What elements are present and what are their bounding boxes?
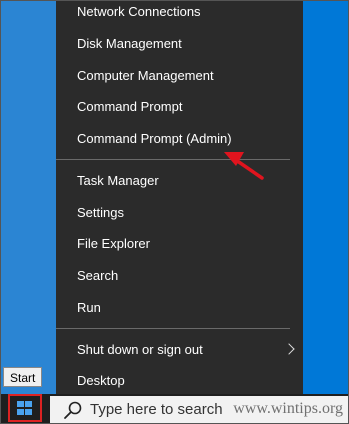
start-tooltip: Start — [3, 367, 43, 387]
menu-item-search[interactable]: Search — [56, 261, 303, 291]
watermark: www.wintips.org — [233, 400, 343, 417]
menu-item-label: Task Manager — [77, 173, 159, 188]
menu-item-label: Command Prompt (Admin) — [77, 131, 232, 146]
menu-item-computer-management[interactable]: Computer Management — [56, 61, 303, 91]
menu-item-desktop[interactable]: Desktop — [56, 366, 303, 396]
menu-item-task-manager[interactable]: Task Manager — [56, 166, 303, 196]
menu-item-command-prompt-admin[interactable]: Command Prompt (Admin) — [56, 124, 303, 154]
menu-item-label: Run — [77, 300, 101, 315]
menu-item-label: Disk Management — [77, 36, 182, 51]
menu-item-settings[interactable]: Settings — [56, 198, 303, 228]
windows-logo-icon — [17, 401, 33, 416]
menu-separator — [56, 328, 290, 329]
menu-item-run[interactable]: Run — [56, 293, 303, 323]
taskbar-search-box[interactable]: Type here to search www.wintips.org — [50, 396, 349, 424]
menu-item-label: Network Connections — [77, 4, 201, 19]
menu-item-label: Settings — [77, 205, 124, 220]
chevron-right-icon — [283, 343, 295, 355]
menu-item-label: Computer Management — [77, 68, 214, 83]
desktop-background — [0, 0, 56, 398]
menu-item-label: Desktop — [77, 373, 125, 388]
menu-separator — [56, 159, 290, 160]
menu-item-label: Shut down or sign out — [77, 342, 203, 357]
menu-item-label: File Explorer — [77, 236, 150, 251]
desktop-background-right — [303, 0, 349, 398]
menu-item-file-explorer[interactable]: File Explorer — [56, 229, 303, 259]
menu-item-label: Command Prompt — [77, 99, 183, 114]
menu-item-disk-management[interactable]: Disk Management — [56, 29, 303, 59]
menu-item-network-connections[interactable]: Network Connections — [56, 0, 303, 27]
search-placeholder: Type here to search — [90, 401, 223, 418]
menu-item-shut-down-or-sign-out[interactable]: Shut down or sign out — [56, 335, 303, 365]
winx-power-user-menu: Network Connections Disk Management Comp… — [56, 0, 303, 400]
menu-item-command-prompt[interactable]: Command Prompt — [56, 92, 303, 122]
menu-item-label: Search — [77, 268, 119, 283]
search-icon — [64, 401, 82, 419]
start-button[interactable] — [8, 394, 42, 422]
